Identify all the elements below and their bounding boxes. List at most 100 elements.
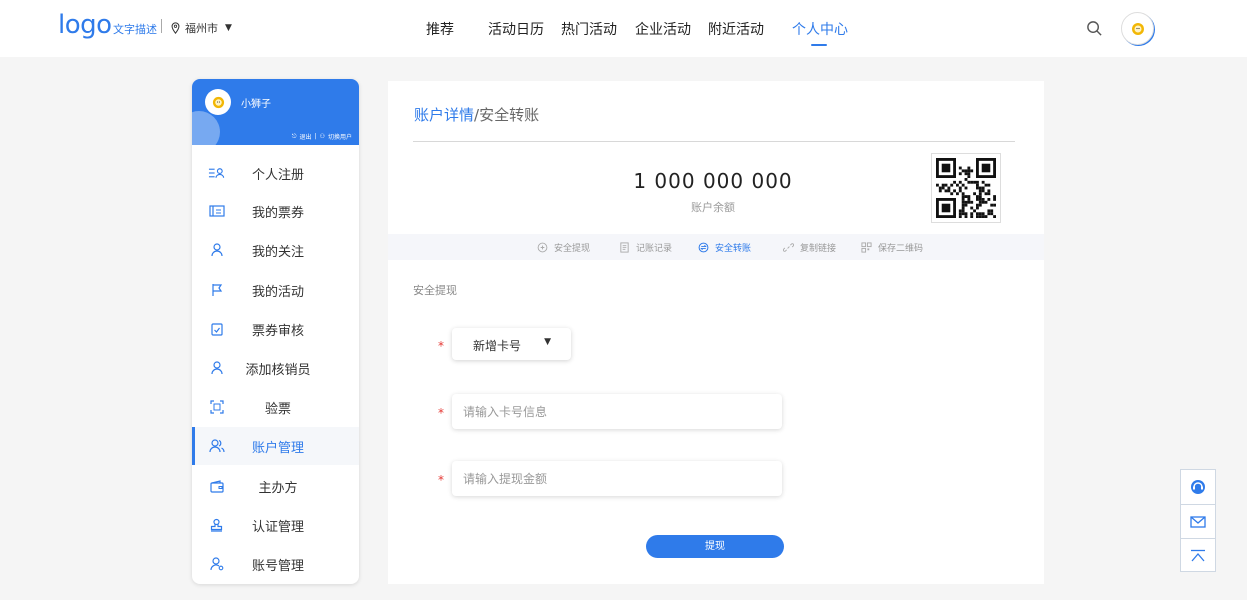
- tab-copy-link[interactable]: 复制链接: [783, 241, 836, 254]
- sidebar-item-label: 主办方: [258, 480, 298, 496]
- logo-description: 文字描述: [113, 23, 157, 36]
- user-add-icon: [208, 361, 225, 375]
- ticket-icon: [208, 204, 225, 218]
- nav-enterprise[interactable]: 企业活动: [635, 19, 691, 39]
- logout-icon: ⎋: [291, 132, 297, 140]
- tab-safe-withdraw[interactable]: 安全提现: [537, 241, 590, 254]
- sidebar-item-label: 添加核销员: [245, 362, 311, 378]
- flag-icon: [208, 283, 225, 297]
- stamp-icon: [208, 518, 225, 532]
- location-pin-icon: [171, 22, 180, 34]
- sidebar-item-follow[interactable]: 我的关注: [192, 231, 359, 269]
- sidebar-item-label: 认证管理: [251, 519, 304, 535]
- sidebar-item-label: 我的关注: [251, 244, 304, 260]
- balance-label: 账户余额: [691, 201, 735, 214]
- sidebar-item-account-management[interactable]: 账户管理: [192, 427, 359, 465]
- sidebar-item-label: 票券审核: [251, 323, 304, 339]
- tab-label: 安全提现: [554, 244, 591, 254]
- person-list-icon: [208, 166, 225, 180]
- customer-service-button[interactable]: [1181, 470, 1215, 504]
- sidebar-item-ticket-check[interactable]: 验票: [192, 388, 359, 426]
- tab-save-qrcode[interactable]: 保存二维码: [861, 241, 923, 254]
- switch-user-link[interactable]: 切换用户: [328, 132, 352, 141]
- tab-label: 记账记录: [636, 244, 673, 254]
- sidebar-item-organizer[interactable]: 主办方: [192, 467, 359, 505]
- balance-amount: 1 000 000 000: [633, 169, 793, 193]
- sidebar-item-ticket-review[interactable]: 票券审核: [192, 310, 359, 348]
- float-toolbar: [1180, 469, 1216, 572]
- nav-personal-center[interactable]: 个人中心: [792, 19, 848, 39]
- caret-down-icon: ▼: [225, 23, 232, 33]
- switch-user-icon: ⚇: [319, 133, 325, 140]
- record-icon: [620, 242, 629, 253]
- qr-code: [931, 153, 1001, 223]
- required-mark: *: [438, 473, 444, 487]
- tab-label: 保存二维码: [878, 244, 924, 254]
- city-name: 福州市: [185, 22, 218, 35]
- mail-icon: [1190, 515, 1206, 528]
- logout-link[interactable]: 退出: [300, 132, 312, 141]
- required-mark: *: [438, 406, 444, 420]
- user-icon: [208, 243, 225, 257]
- nav-calendar[interactable]: 活动日历: [488, 19, 544, 39]
- clipboard-check-icon: [208, 322, 225, 336]
- user-gear-icon: [208, 557, 225, 571]
- back-to-top-icon: [1191, 549, 1205, 561]
- user-name: 小狮子: [241, 99, 271, 110]
- decorative-circle: [192, 111, 220, 145]
- top-header: logo 文字描述 福州市 ▼ 推荐 活动日历 热门活动 企业活动 附近活动 个…: [0, 0, 1247, 57]
- sidebar-item-label: 我的活动: [251, 284, 304, 300]
- sidebar-item-register[interactable]: 个人注册: [192, 154, 359, 192]
- sidebar-item-certification[interactable]: 认证管理: [192, 506, 359, 544]
- tab-safe-transfer[interactable]: 安全转账: [698, 241, 751, 254]
- required-mark: *: [438, 339, 444, 353]
- logo[interactable]: logo: [58, 10, 112, 40]
- customer-service-icon: [1191, 480, 1205, 494]
- scan-icon: [208, 400, 225, 414]
- tab-label: 安全转账: [715, 244, 752, 254]
- mail-button[interactable]: [1181, 504, 1215, 538]
- city-selector[interactable]: 福州市 ▼: [170, 20, 232, 36]
- sidebar-item-label: 账户管理: [251, 440, 304, 456]
- nav-active-indicator: [811, 44, 827, 46]
- withdraw-button[interactable]: 提现: [646, 535, 784, 558]
- sidebar-user-card: 小狮子 ⎋ 退出 | ⚇ 切换用户: [192, 79, 359, 145]
- caret-down-icon: ▼: [544, 337, 551, 347]
- nav-hot[interactable]: 热门活动: [561, 19, 617, 39]
- back-to-top-button[interactable]: [1181, 538, 1215, 572]
- card-select[interactable]: 新增卡号 ▼: [452, 328, 571, 360]
- action-tabs: 安全提现 记账记录 安全转账 复制链接 保存二维码: [388, 234, 1044, 260]
- user-avatar[interactable]: [1121, 12, 1154, 45]
- lion-avatar-icon: [212, 96, 224, 108]
- tab-label: 复制链接: [800, 244, 837, 254]
- breadcrumb-parent[interactable]: 账户详情: [414, 106, 474, 124]
- sidebar-item-account-settings[interactable]: 账号管理: [192, 545, 359, 583]
- card-select-value: 新增卡号: [473, 339, 522, 353]
- nav-recommend[interactable]: 推荐: [426, 19, 454, 39]
- transfer-icon: [698, 242, 709, 253]
- sidebar-item-activities[interactable]: 我的活动: [192, 271, 359, 309]
- sidebar-avatar[interactable]: [205, 89, 231, 115]
- sidebar-item-label: 账号管理: [251, 558, 304, 574]
- withdraw-amount-input[interactable]: [452, 461, 782, 496]
- sidebar-item-label: 我的票券: [251, 205, 304, 221]
- divider: [413, 141, 1015, 142]
- sidebar-item-add-verifier[interactable]: 添加核销员: [192, 349, 359, 387]
- sidebar: 小狮子 ⎋ 退出 | ⚇ 切换用户 个人注册 我的票券 我的关注 我的活动 票券…: [192, 79, 359, 584]
- section-title: 安全提现: [413, 284, 457, 297]
- search-icon[interactable]: [1086, 20, 1103, 37]
- sidebar-item-tickets[interactable]: 我的票券: [192, 192, 359, 230]
- tab-records[interactable]: 记账记录: [619, 241, 672, 254]
- card-number-input[interactable]: [452, 394, 782, 429]
- link-icon: [783, 243, 794, 252]
- main-panel: 账户详情/安全转账 1 000 000 000 账户余额 安全提现 记账记录 安…: [388, 81, 1044, 584]
- sidebar-item-label: 个人注册: [251, 167, 304, 183]
- divider: [161, 19, 162, 33]
- nav-nearby[interactable]: 附近活动: [708, 19, 764, 39]
- users-icon: [208, 439, 225, 453]
- breadcrumb: 账户详情/安全转账: [414, 104, 539, 125]
- breadcrumb-current: 安全转账: [479, 106, 540, 124]
- shield-icon: [537, 242, 548, 253]
- wallet-icon: [208, 479, 225, 493]
- user-actions: ⎋ 退出 | ⚇ 切换用户: [291, 132, 352, 142]
